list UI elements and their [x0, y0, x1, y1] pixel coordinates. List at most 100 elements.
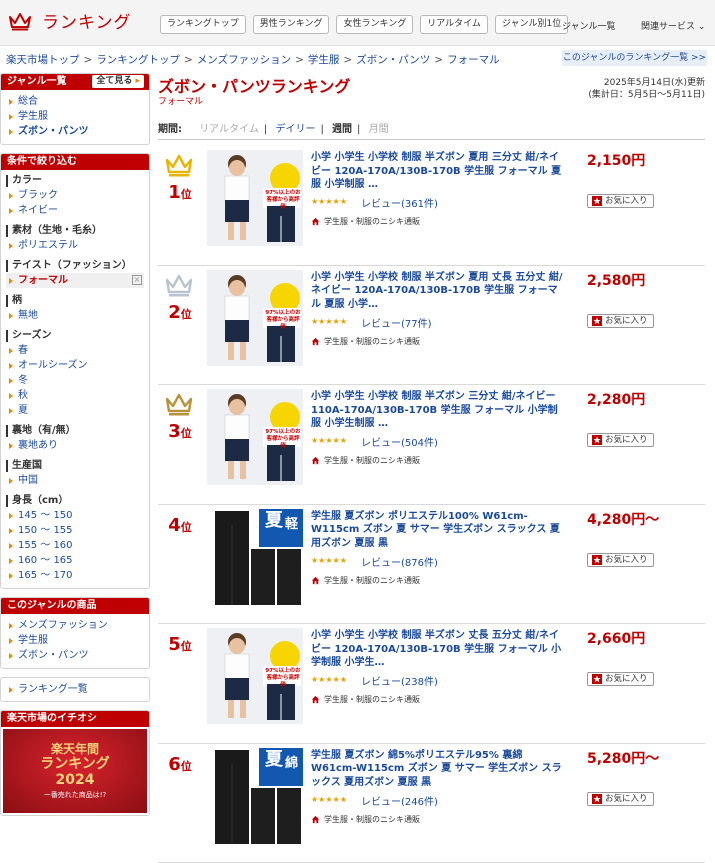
product-image[interactable]: 97%以上のお客様から高評価 — [207, 389, 303, 485]
ranking-item: 2位97%以上のお客様から高評価小学 小学生 小学校 制服 半ズボン 夏用 丈長… — [158, 266, 705, 386]
filter-item[interactable]: 裏地あり — [6, 438, 144, 453]
product-title-link[interactable]: 学生服 夏ズボン 綿5%ポリエステル95% 裏綿 W61cm-W115cm ズボ… — [311, 749, 565, 791]
filter-item[interactable]: ブラック — [6, 188, 144, 203]
favorite-button[interactable]: お気に入り — [587, 194, 654, 208]
nav-male-ranking[interactable]: 男性ランキング — [253, 15, 330, 34]
product-price: 5,280円〜 — [587, 748, 659, 768]
nav-genre-list[interactable]: ジャンル一覧 — [562, 19, 616, 32]
breadcrumb-item[interactable]: 楽天市場トップ — [6, 54, 80, 66]
ranking-item: 6位夏綿学生服 夏ズボン 綿5%ポリエステル95% 裏綿 W61cm-W115c… — [158, 744, 705, 863]
ranking-list: 1位97%以上のお客様から高評価小学 小学生 小学校 制服 半ズボン 夏用 三分… — [158, 146, 705, 863]
genre-ranking-list-link[interactable]: このジャンルのランキング一覧 >> — [562, 50, 707, 66]
shop-link[interactable]: 学生服・制服のニシキ通販 — [311, 814, 420, 825]
review-link[interactable]: レビュー(504件) — [361, 434, 438, 449]
genre-product-item[interactable]: 学生服 — [6, 633, 144, 648]
product-title-link[interactable]: 小学 小学生 小学校 制服 半ズボン 丈長 五分丈 紺/ネイビー 120A-17… — [311, 629, 565, 671]
shop-link[interactable]: 学生服・制服のニシキ通販 — [311, 455, 420, 466]
filter-item[interactable]: ポリエステル — [6, 238, 144, 253]
filter-item[interactable]: 冬 — [6, 373, 144, 388]
favorite-button[interactable]: お気に入り — [587, 314, 654, 328]
genre-item[interactable]: 学生服 — [6, 109, 144, 124]
filter-item[interactable]: 無地 — [6, 308, 144, 323]
genre-product-item[interactable]: ズボン・パンツ — [6, 648, 144, 663]
favorite-button[interactable]: お気に入り — [587, 553, 654, 567]
shop-link[interactable]: 学生服・制服のニシキ通販 — [311, 694, 420, 705]
thumb-badge: 夏 — [265, 750, 283, 770]
filter-item-selected[interactable]: フォーマル× — [6, 273, 144, 288]
update-info: 2025年5月14日(水)更新 (集計日：5月5日〜5月11日) — [588, 77, 705, 101]
genre-item-current[interactable]: ズボン・パンツ — [6, 124, 144, 139]
product-image[interactable]: 97%以上のお客様から高評価 — [207, 270, 303, 366]
product-title-link[interactable]: 小学 小学生 小学校 制服 半ズボン 夏用 三分丈 紺/ネイビー 120A-17… — [311, 151, 565, 193]
filter-item[interactable]: ネイビー — [6, 203, 144, 218]
filter-item[interactable]: 145 〜 150 — [6, 508, 144, 523]
breadcrumb-item[interactable]: 学生服 — [308, 54, 340, 66]
ranking-item: 1位97%以上のお客様から高評価小学 小学生 小学校 制服 半ズボン 夏用 三分… — [158, 146, 705, 266]
product-title-link[interactable]: 小学 小学生 小学校 制服 半ズボン 夏用 丈長 五分丈 紺/ネイビー 120A… — [311, 271, 565, 313]
review-link[interactable]: レビュー(246件) — [361, 793, 438, 808]
genre-product-item[interactable]: メンズファッション — [6, 618, 144, 633]
page-subtitle[interactable]: フォーマル — [158, 94, 203, 107]
breadcrumb-item[interactable]: メンズファッション — [197, 54, 291, 66]
favorite-button[interactable]: お気に入り — [587, 433, 654, 447]
product-title-link[interactable]: 小学 小学生 小学校 制服 半ズボン 三分丈 紺/ネイビー 110A-170A/… — [311, 390, 565, 432]
favorite-button[interactable]: お気に入り — [587, 792, 654, 806]
period-realtime[interactable]: リアルタイム — [199, 120, 259, 135]
nav-genre-first[interactable]: ジャンル別1位 — [495, 15, 568, 34]
product-image[interactable]: 夏軽 — [207, 509, 303, 605]
favorite-button[interactable]: お気に入り — [587, 672, 654, 686]
annual-ranking-banner[interactable]: 楽天年間 ランキング 2024 ー番売れた商品は!? — [3, 729, 147, 813]
filter-item[interactable]: 春 — [6, 343, 144, 358]
genre-item[interactable]: 総合 — [6, 94, 144, 109]
review-link[interactable]: レビュー(876件) — [361, 554, 438, 569]
shop-link[interactable]: 学生服・制服のニシキ通販 — [311, 575, 420, 586]
shop-icon — [311, 576, 320, 585]
nav-female-ranking[interactable]: 女性ランキング — [336, 15, 413, 34]
breadcrumb-item[interactable]: フォーマル — [447, 54, 500, 66]
rank-number: 6位 — [158, 754, 202, 775]
filter-item[interactable]: オールシーズン — [6, 358, 144, 373]
product-image[interactable]: 97%以上のお客様から高評価 — [207, 150, 303, 246]
product-image[interactable]: 夏綿 — [207, 748, 303, 844]
filter-section-material: 素材（生地・毛糸） — [6, 225, 144, 237]
filter-item[interactable]: 160 〜 165 — [6, 553, 144, 568]
filter-item[interactable]: 夏 — [6, 403, 144, 418]
shop-link[interactable]: 学生服・制服のニシキ通販 — [311, 336, 420, 347]
rating-stars: ★★★★★ — [311, 436, 347, 445]
ranking-logo[interactable]: ランキング — [8, 8, 132, 33]
filter-item[interactable]: 中国 — [6, 473, 144, 488]
remove-filter-icon[interactable]: × — [132, 275, 142, 285]
aggregation-period: (集計日：5月5日〜5月11日) — [588, 89, 705, 101]
period-selector: 期間: リアルタイム| デイリー| 週間| 月間 — [158, 120, 705, 140]
thumb-badge: 97%以上のお客様から高評価 — [265, 668, 301, 689]
shop-icon — [311, 695, 320, 704]
crown-gold-icon — [164, 152, 194, 178]
ranking-list-link[interactable]: ランキング一覧 — [6, 682, 144, 697]
review-link[interactable]: レビュー(361件) — [361, 195, 438, 210]
period-weekly[interactable]: 週間 — [332, 120, 352, 135]
product-image[interactable]: 97%以上のお客様から高評価 — [207, 628, 303, 724]
review-link[interactable]: レビュー(77件) — [361, 315, 432, 330]
genre-box-title: ジャンル一覧 全て見る ▸ — [1, 74, 149, 90]
shop-link[interactable]: 学生服・制服のニシキ通販 — [311, 216, 420, 227]
genre-products-box: このジャンルの商品 メンズファッション 学生服 ズボン・パンツ — [0, 597, 150, 669]
nav-ranking-top[interactable]: ランキングトップ — [160, 15, 246, 34]
breadcrumb-item[interactable]: ランキングトップ — [96, 54, 180, 66]
rating-stars: ★★★★★ — [311, 317, 347, 326]
nav-realtime[interactable]: リアルタイム — [420, 15, 488, 34]
period-monthly[interactable]: 月間 — [369, 120, 389, 135]
rating-stars: ★★★★★ — [311, 556, 347, 565]
nav-related-services[interactable]: 関連サービス ⌄ — [641, 19, 705, 32]
product-title-link[interactable]: 学生服 夏ズボン ポリエステル100% W61cm-W115cm ズボン 夏 サ… — [311, 510, 565, 552]
see-all-button[interactable]: 全て見る ▸ — [92, 75, 144, 88]
filter-box-title: 条件で絞り込む — [1, 154, 149, 170]
period-daily[interactable]: デイリー — [275, 120, 315, 135]
filter-item[interactable]: 秋 — [6, 388, 144, 403]
rank-number: 3位 — [158, 421, 202, 442]
filter-item[interactable]: 155 〜 160 — [6, 538, 144, 553]
breadcrumb-item[interactable]: ズボン・パンツ — [356, 54, 430, 66]
review-link[interactable]: レビュー(238件) — [361, 673, 438, 688]
rank-number: 4位 — [158, 515, 202, 536]
filter-item[interactable]: 150 〜 155 — [6, 523, 144, 538]
filter-item[interactable]: 165 〜 170 — [6, 568, 144, 583]
